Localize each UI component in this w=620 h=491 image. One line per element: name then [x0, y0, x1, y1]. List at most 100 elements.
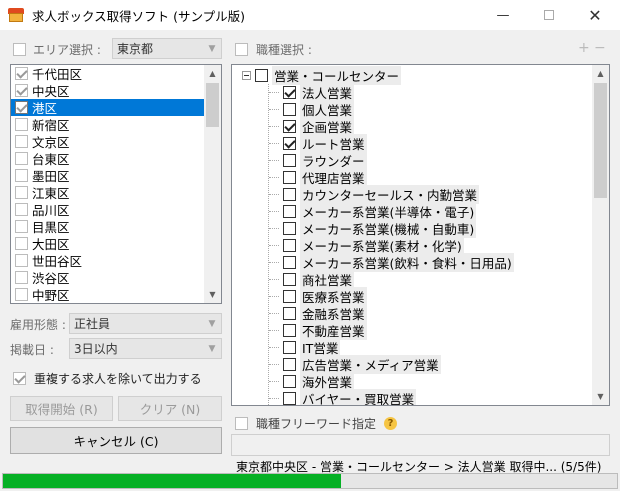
ward-list-item[interactable]: 世田谷区	[11, 252, 221, 269]
scroll-down-arrow-icon[interactable]: ▼	[592, 388, 609, 405]
ward-list-item[interactable]: 渋谷区	[11, 269, 221, 286]
job-tree-item[interactable]: メーカー系営業(素材・化学)	[269, 236, 592, 255]
freeword-input[interactable]	[231, 434, 610, 456]
ward-checkbox[interactable]	[15, 288, 28, 301]
ward-list-item[interactable]: 江東区	[11, 184, 221, 201]
ward-list-item[interactable]: 目黒区	[11, 218, 221, 235]
tree-root-checkbox[interactable]	[255, 69, 268, 82]
scroll-thumb[interactable]	[206, 83, 219, 127]
chevron-down-icon: ▼	[208, 318, 216, 329]
ward-list-item[interactable]: 台東区	[11, 150, 221, 167]
ward-checkbox[interactable]	[15, 101, 28, 114]
job-tree-item[interactable]: 代理店営業	[269, 168, 592, 187]
tree-root-row[interactable]: 営業・コールセンター	[242, 66, 592, 85]
dedupe-checkbox[interactable]	[13, 372, 26, 385]
start-button[interactable]: 取得開始 (R)	[10, 396, 113, 421]
job-tree-item[interactable]: 医療系営業	[269, 287, 592, 306]
job-checkbox[interactable]	[283, 290, 296, 303]
ward-list-item[interactable]: 新宿区	[11, 116, 221, 133]
ward-checkbox[interactable]	[15, 67, 28, 80]
scroll-up-arrow-icon[interactable]: ▲	[592, 65, 609, 82]
ward-checkbox[interactable]	[15, 84, 28, 97]
prefecture-select[interactable]: 東京都 ▼	[112, 38, 222, 59]
minimize-button[interactable]: —	[480, 0, 526, 30]
ward-list-item[interactable]: 中央区	[11, 82, 221, 99]
area-select-checkbox[interactable]	[13, 43, 26, 56]
job-tree-item[interactable]: 不動産営業	[269, 321, 592, 340]
ward-list-item[interactable]: 品川区	[11, 201, 221, 218]
job-tree-item[interactable]: 金融系営業	[269, 304, 592, 323]
job-tree-item[interactable]: ルート営業	[269, 134, 592, 153]
job-checkbox[interactable]	[283, 273, 296, 286]
job-tree-item[interactable]: 個人営業	[269, 100, 592, 119]
ward-checkbox[interactable]	[15, 169, 28, 182]
job-checkbox[interactable]	[283, 86, 296, 99]
ward-list-item[interactable]: 千代田区	[11, 65, 221, 82]
job-tree-item[interactable]: ラウンダー	[269, 151, 592, 170]
job-checkbox[interactable]	[283, 154, 296, 167]
scroll-thumb[interactable]	[594, 83, 607, 198]
ward-checkbox[interactable]	[15, 203, 28, 216]
ward-checkbox[interactable]	[15, 152, 28, 165]
job-tree-item[interactable]: バイヤー・買取営業	[269, 389, 592, 405]
job-checkbox[interactable]	[283, 205, 296, 218]
tree-connector	[269, 211, 279, 212]
ward-list-scrollbar[interactable]: ▲ ▼	[204, 65, 221, 303]
chevron-down-icon: ▼	[208, 343, 216, 354]
job-checkbox[interactable]	[283, 324, 296, 337]
job-select-checkbox[interactable]	[235, 43, 248, 56]
job-tree-item[interactable]: IT営業	[269, 338, 592, 357]
ward-list-item[interactable]: 文京区	[11, 133, 221, 150]
ward-checkbox[interactable]	[15, 118, 28, 131]
job-tree-item[interactable]: メーカー系営業(機械・自動車)	[269, 219, 592, 238]
job-tree-item[interactable]: 商社営業	[269, 270, 592, 289]
job-tree-item[interactable]: 海外営業	[269, 372, 592, 391]
close-button[interactable]: ✕	[572, 0, 618, 30]
job-tree-item[interactable]: 広告営業・メディア営業	[269, 355, 592, 374]
clear-button[interactable]: クリア (N)	[118, 396, 222, 421]
job-checkbox[interactable]	[283, 392, 296, 405]
job-checkbox[interactable]	[283, 188, 296, 201]
job-tree-scrollbar[interactable]: ▲ ▼	[592, 65, 609, 405]
job-checkbox[interactable]	[283, 137, 296, 150]
job-tree[interactable]: 営業・コールセンター 法人営業 個人営業 企画営業 ルート営業 ラウンダー 代理店営業 カウ…	[231, 64, 610, 406]
tree-connector	[269, 364, 279, 365]
posted-date-select[interactable]: 3日以内 ▼	[69, 338, 222, 359]
ward-checkbox[interactable]	[15, 135, 28, 148]
job-checkbox[interactable]	[283, 171, 296, 184]
job-checkbox[interactable]	[283, 103, 296, 116]
ward-checkbox[interactable]	[15, 271, 28, 284]
ward-list-item[interactable]: 港区	[11, 99, 221, 116]
freeword-checkbox[interactable]	[235, 417, 248, 430]
ward-checkbox[interactable]	[15, 237, 28, 250]
job-checkbox[interactable]	[283, 239, 296, 252]
job-tree-item[interactable]: 法人営業	[269, 83, 592, 102]
collapse-all-minus-icon[interactable]: −	[594, 40, 606, 56]
ward-list-item[interactable]: 大田区	[11, 235, 221, 252]
job-tree-item[interactable]: メーカー系営業(飲料・食料・日用品)	[269, 253, 592, 272]
job-checkbox[interactable]	[283, 307, 296, 320]
help-icon[interactable]: ?	[384, 417, 398, 430]
collapse-minus-icon[interactable]	[242, 71, 251, 80]
job-checkbox[interactable]	[283, 256, 296, 269]
job-tree-item[interactable]: メーカー系営業(半導体・電子)	[269, 202, 592, 221]
job-checkbox[interactable]	[283, 222, 296, 235]
maximize-button[interactable]	[526, 0, 572, 30]
job-tree-item[interactable]: 企画営業	[269, 117, 592, 136]
job-checkbox[interactable]	[283, 341, 296, 354]
job-tree-item[interactable]: カウンターセールス・内勤営業	[269, 185, 592, 204]
cancel-button[interactable]: キャンセル (C)	[10, 427, 222, 454]
job-checkbox[interactable]	[283, 358, 296, 371]
ward-list-item[interactable]: 墨田区	[11, 167, 221, 184]
ward-checkbox[interactable]	[15, 186, 28, 199]
scroll-up-arrow-icon[interactable]: ▲	[204, 65, 221, 82]
ward-checkbox[interactable]	[15, 220, 28, 233]
ward-list[interactable]: 千代田区 中央区 港区 新宿区 文京区 台東区 墨田区 江東区 品川区 目黒区 大田区 世田谷区 渋谷区…	[10, 64, 222, 304]
ward-checkbox[interactable]	[15, 254, 28, 267]
job-checkbox[interactable]	[283, 375, 296, 388]
expand-all-plus-icon[interactable]: +	[578, 40, 590, 56]
employment-type-select[interactable]: 正社員 ▼	[69, 313, 222, 334]
job-checkbox[interactable]	[283, 120, 296, 133]
scroll-down-arrow-icon[interactable]: ▼	[204, 286, 221, 303]
ward-list-item[interactable]: 中野区	[11, 286, 221, 303]
